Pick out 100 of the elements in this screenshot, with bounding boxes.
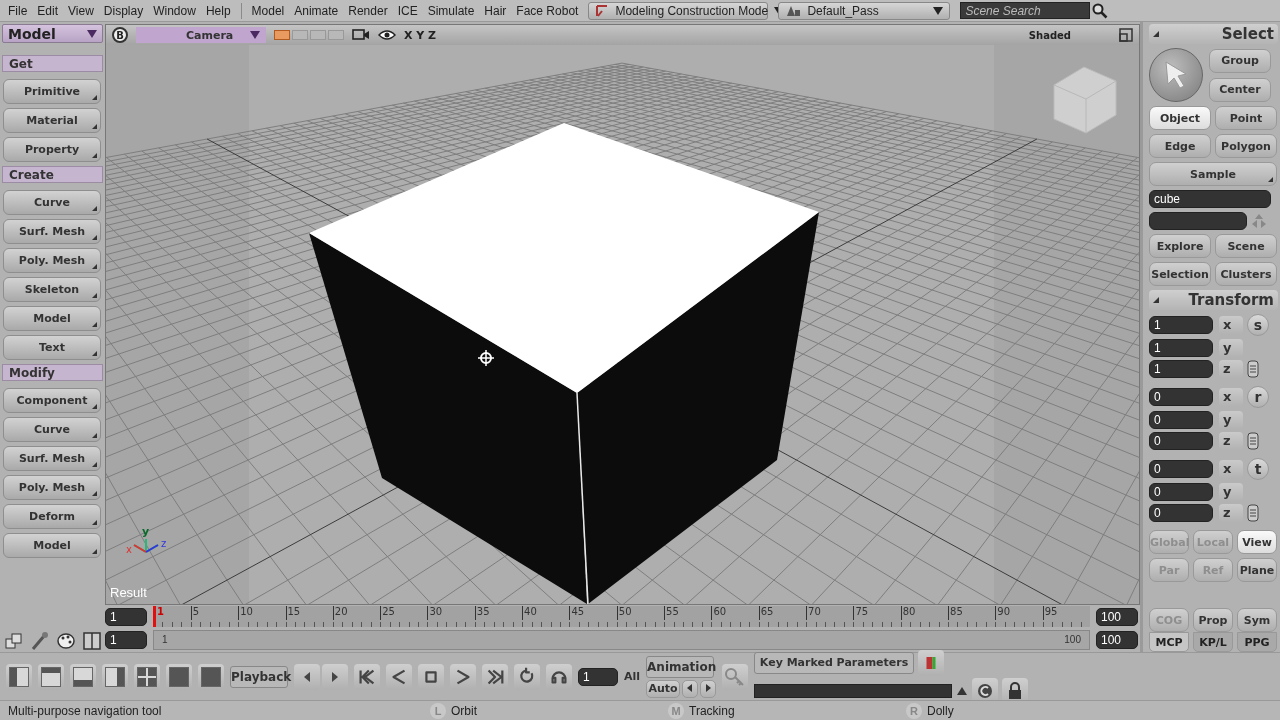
layout-toggle[interactable] (328, 30, 344, 40)
explorer-button[interactable]: Scene (1215, 234, 1277, 258)
name-field[interactable]: cube (1149, 190, 1271, 208)
transform-field[interactable]: 0 (1149, 504, 1213, 522)
reference-button[interactable]: View (1237, 530, 1277, 554)
camera-icon[interactable] (352, 28, 370, 42)
axis-toggles[interactable]: X Y Z (404, 28, 437, 42)
axis-button[interactable]: z (1219, 432, 1243, 450)
transform-mode-button[interactable]: s (1247, 314, 1269, 336)
end-frame-field[interactable]: 100 (1096, 607, 1138, 626)
axis-button[interactable]: x (1219, 388, 1243, 406)
transform-mode-button[interactable]: r (1247, 386, 1269, 408)
panel-button[interactable]: Skeleton (3, 277, 101, 302)
panel-button[interactable]: Surf. Mesh (3, 446, 101, 471)
axis-button[interactable]: x (1219, 460, 1243, 478)
transform-mode-button[interactable]: t (1247, 458, 1269, 480)
module-menu[interactable]: ICE (397, 3, 418, 18)
panel-button[interactable]: Material (3, 108, 101, 133)
panel-tab[interactable]: KP/L (1193, 632, 1233, 652)
axis-button[interactable]: z (1219, 360, 1243, 378)
axis-button[interactable]: y (1219, 339, 1243, 357)
axis-button[interactable]: x (1219, 316, 1243, 334)
filter-button[interactable]: Polygon (1215, 134, 1277, 158)
auto-key-button[interactable]: Auto (646, 679, 681, 698)
select-tool-button[interactable] (1149, 48, 1203, 102)
option-button[interactable]: Prop (1193, 608, 1233, 632)
layout-toggle[interactable] (292, 30, 308, 40)
menu-item[interactable]: Help (205, 3, 231, 18)
sample-button[interactable]: Sample (1149, 162, 1277, 186)
module-menu[interactable]: Animate (294, 3, 339, 18)
layout-toggle[interactable] (310, 30, 326, 40)
menu-item[interactable]: File (8, 3, 28, 18)
option-button[interactable]: Sym (1237, 608, 1277, 632)
panel-button[interactable]: Model (3, 306, 101, 331)
range-end-field[interactable]: 100 (1096, 630, 1138, 649)
menu-item[interactable]: View (68, 3, 94, 18)
axis-button[interactable]: y (1219, 411, 1243, 429)
start-frame-field[interactable]: 1 (105, 607, 147, 626)
viewport-badge[interactable]: B (112, 27, 128, 43)
frame-field[interactable]: 1 (578, 667, 618, 686)
range-slider[interactable]: 1 100 (153, 629, 1090, 650)
list-icon[interactable] (1247, 432, 1259, 450)
module-menu[interactable]: Hair (484, 3, 507, 18)
explorer-button[interactable]: Clusters (1215, 262, 1277, 286)
key-marked-button[interactable]: Key Marked Parameters (754, 651, 915, 674)
layout-button[interactable] (70, 663, 96, 690)
module-menu[interactable]: Model (251, 3, 285, 18)
search-icon[interactable] (1092, 2, 1109, 19)
split-view-icon[interactable] (80, 629, 104, 652)
axis-button[interactable]: y (1219, 483, 1243, 501)
animation-button[interactable]: Animation (646, 655, 715, 678)
module-dropdown[interactable]: Model (2, 24, 103, 43)
panel-tab[interactable]: MCP (1149, 632, 1189, 652)
list-icon[interactable] (1247, 360, 1259, 378)
panel-button[interactable]: Primitive (3, 79, 101, 104)
select-tool-button[interactable]: Center (1209, 77, 1271, 102)
menu-item[interactable]: Edit (37, 3, 59, 18)
panel-button[interactable]: Deform (3, 504, 101, 529)
panel-tab[interactable]: PPG (1237, 632, 1277, 652)
layout-button[interactable] (198, 663, 224, 690)
menu-item[interactable]: Display (103, 3, 144, 18)
all-label[interactable]: All (624, 670, 641, 683)
menu-item[interactable]: Window (153, 3, 196, 18)
eye-icon[interactable] (378, 29, 396, 41)
axis-button[interactable]: z (1219, 504, 1243, 522)
explorer-button[interactable]: Explore (1149, 234, 1211, 258)
maximize-icon[interactable] (1119, 28, 1133, 42)
list-icon[interactable] (1247, 504, 1259, 522)
module-menu[interactable]: Render (348, 3, 388, 18)
layout-button[interactable] (6, 663, 32, 690)
panel-button[interactable]: Poly. Mesh (3, 475, 101, 500)
search-field[interactable]: Scene Search (960, 2, 1091, 19)
pass-dropdown[interactable]: Default_Pass (778, 1, 951, 20)
panel-button[interactable]: Property (3, 137, 101, 162)
panel-button[interactable]: Model (3, 533, 101, 558)
module-menu[interactable]: Simulate (427, 3, 475, 18)
panel-header[interactable]: Select (1149, 24, 1278, 44)
panel-button[interactable]: Component (3, 388, 101, 413)
transform-field[interactable]: 0 (1149, 483, 1213, 501)
shading-menu[interactable]: Shaded (1028, 29, 1071, 41)
transform-field[interactable]: 0 (1149, 432, 1213, 450)
filter-button[interactable]: Point (1215, 106, 1277, 130)
timeline-ruler[interactable]: 1 5 10 15 20 25 30 35 40 45 50 55 60 65 70 75 80 85 90 95 (153, 606, 1090, 627)
filter-button[interactable]: Object (1149, 106, 1211, 130)
pivot-button[interactable]: Plane (1237, 558, 1277, 582)
panel-header[interactable]: Transform (1149, 290, 1278, 310)
layout-button[interactable] (134, 663, 160, 690)
panel-button[interactable]: Surf. Mesh (3, 219, 101, 244)
select-tool-button[interactable]: Group (1209, 48, 1271, 73)
next-button[interactable] (700, 679, 717, 698)
module-menu[interactable]: Face Robot (516, 3, 579, 18)
camera-dropdown[interactable]: Camera (136, 27, 266, 43)
panel-button[interactable]: Poly. Mesh (3, 248, 101, 273)
filter-button[interactable]: Edge (1149, 134, 1211, 158)
range-start-field[interactable]: 1 (105, 630, 147, 649)
transform-field[interactable]: 0 (1149, 460, 1213, 478)
layout-button[interactable] (38, 663, 64, 690)
panel-button[interactable]: Text (3, 335, 101, 360)
explorer-button[interactable]: Selection (1149, 262, 1211, 286)
layout-toggle[interactable] (274, 30, 290, 40)
